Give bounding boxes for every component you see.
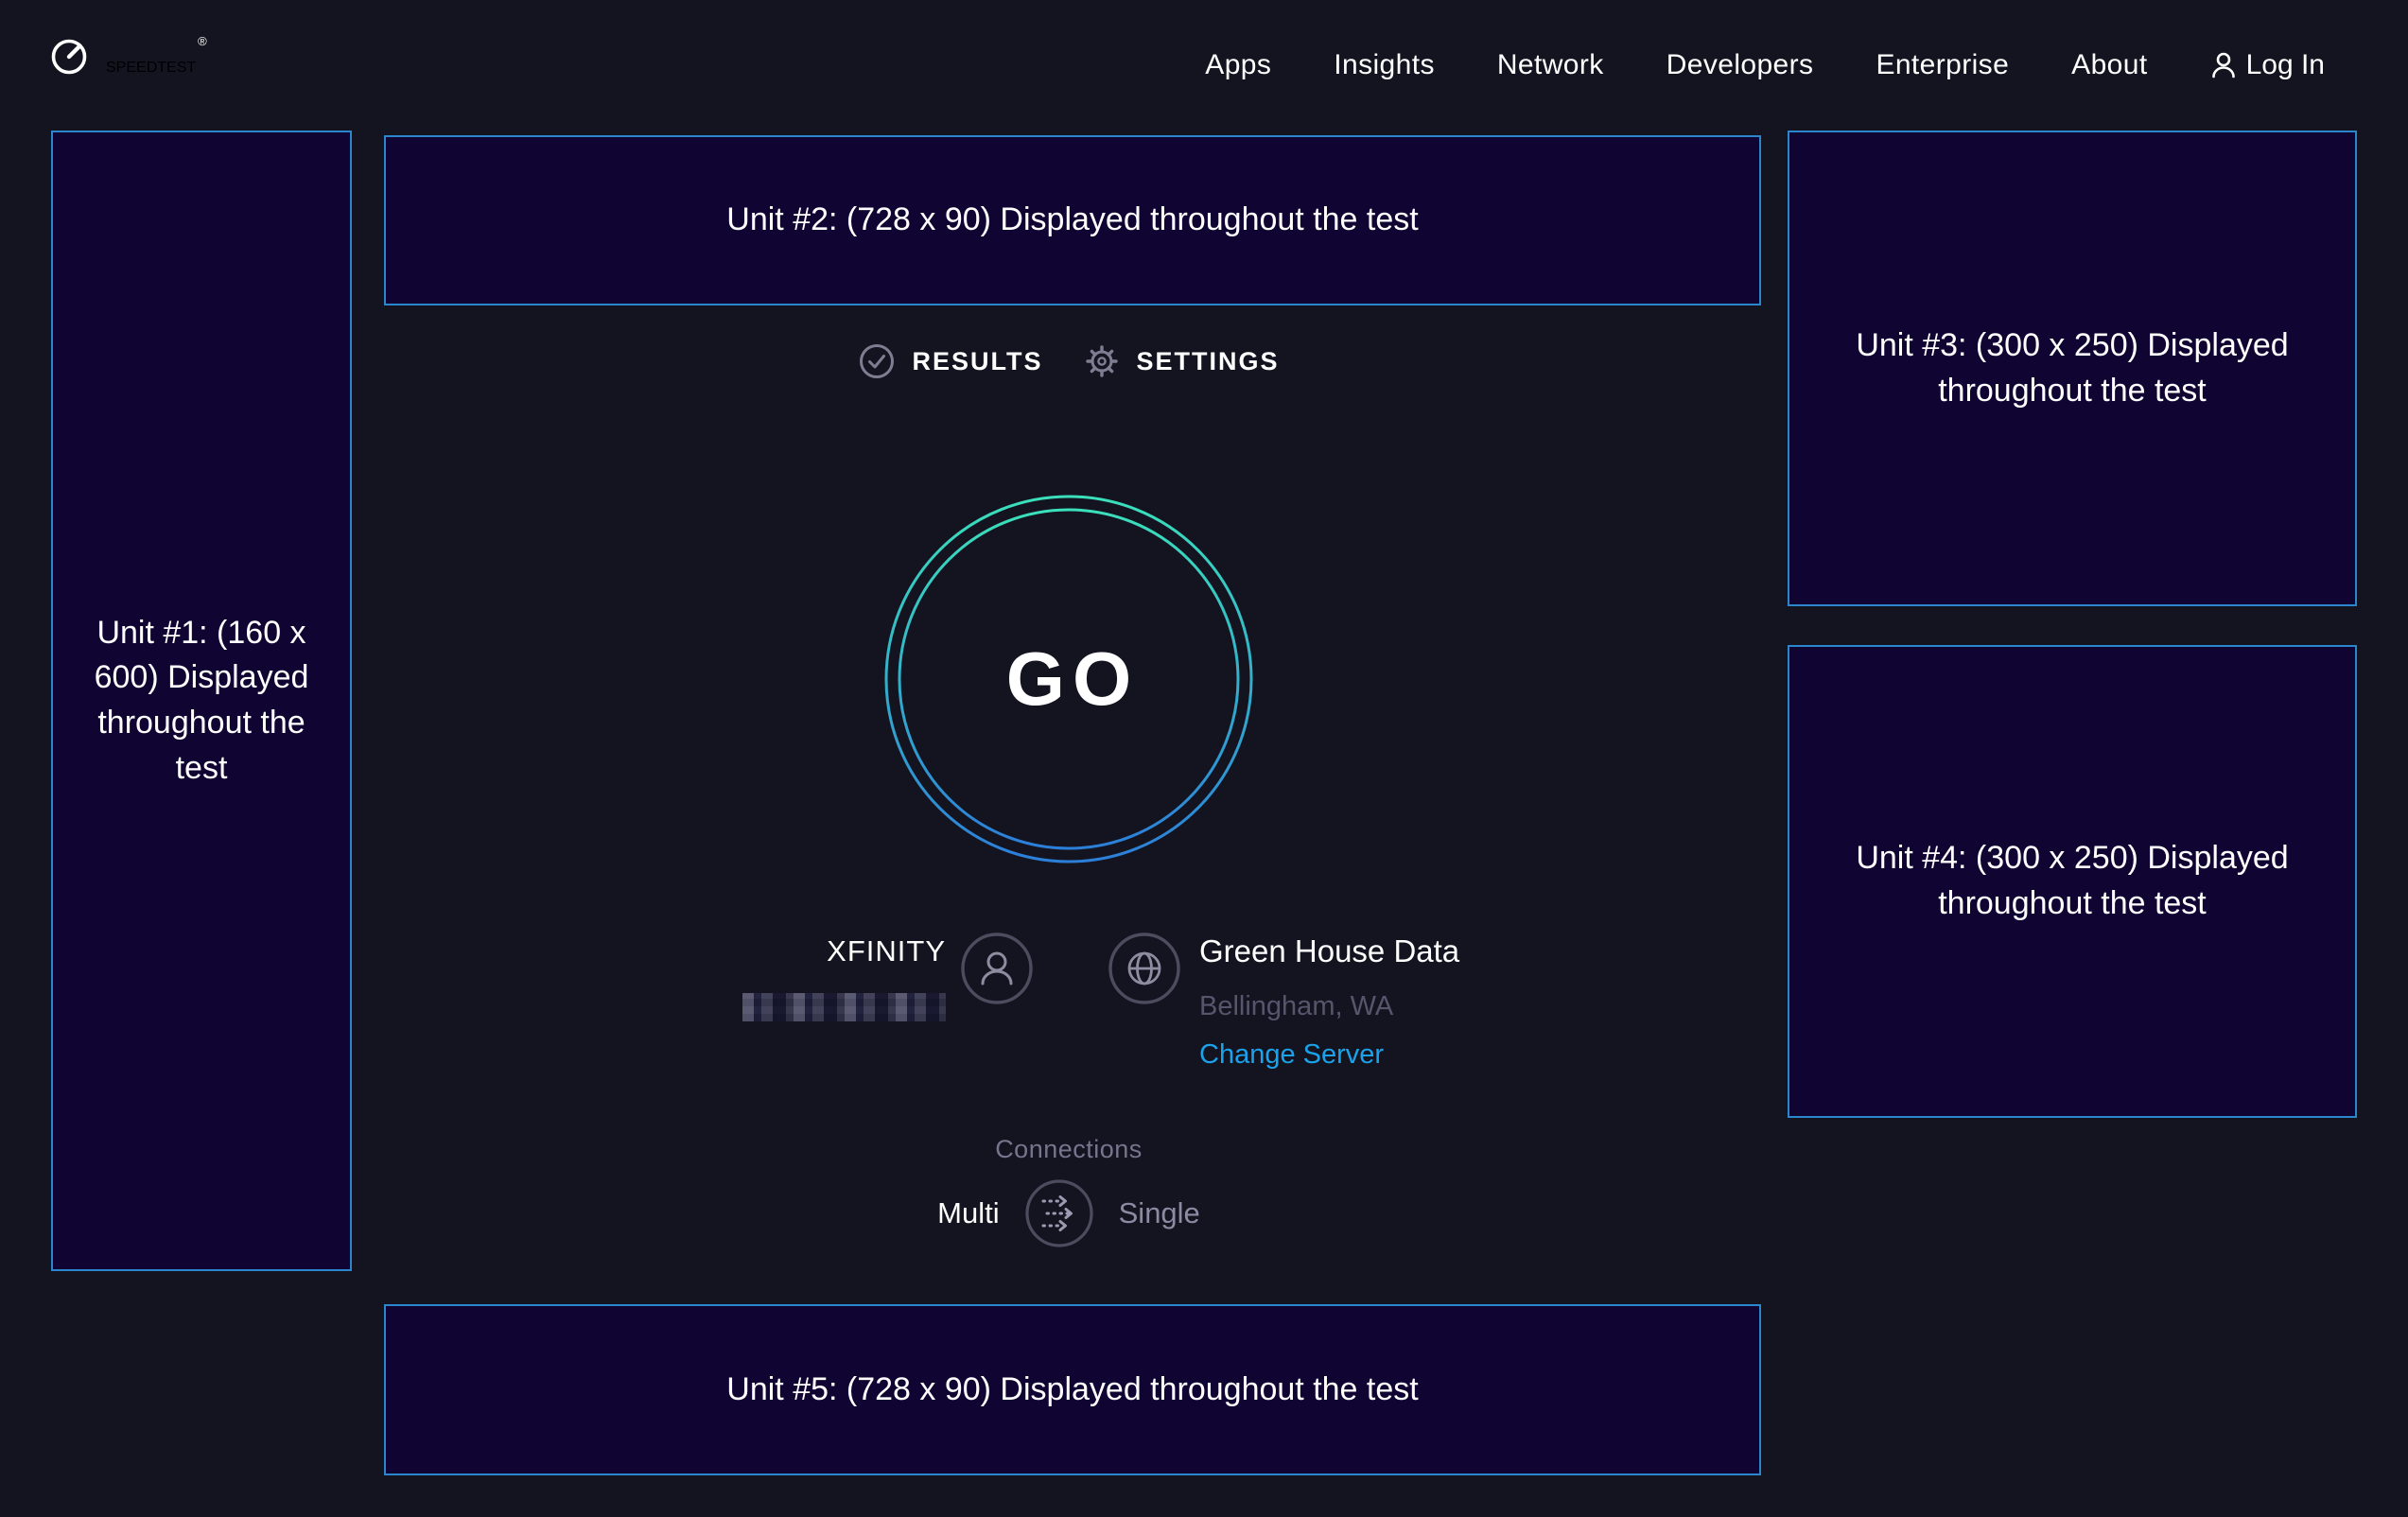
connections-multi-option[interactable]: Multi	[937, 1196, 999, 1230]
ad-unit-2-leaderboard[interactable]: Unit #2: (728 x 90) Displayed throughout…	[384, 135, 1761, 305]
tab-results[interactable]: RESULTS	[858, 342, 1042, 380]
tab-results-label: RESULTS	[912, 347, 1042, 376]
isp-user-icon	[960, 932, 1034, 1010]
go-button[interactable]: GO	[882, 493, 1255, 865]
server-globe-icon	[1108, 932, 1181, 1010]
nav-item-apps[interactable]: Apps	[1205, 49, 1271, 81]
tab-settings-label: SETTINGS	[1137, 347, 1280, 376]
server-name: Green House Data	[1199, 933, 1459, 970]
server-location: Bellingham, WA	[1199, 989, 1459, 1023]
nav-item-developers[interactable]: Developers	[1666, 49, 1814, 81]
connections-label: Connections	[0, 1135, 2138, 1164]
ad-unit-4-label: Unit #4: (300 x 250) Displayed throughou…	[1850, 836, 2295, 926]
ad-unit-1-label: Unit #1: (160 x 600) Displayed throughou…	[82, 611, 321, 791]
speedtest-gauge-icon	[49, 36, 89, 76]
change-server-link[interactable]: Change Server	[1199, 1038, 1459, 1071]
main-nav: Apps Insights Network Developers Enterpr…	[1205, 0, 2325, 130]
isp-name: XFINITY	[662, 932, 946, 971]
login-button[interactable]: Log In	[2210, 49, 2325, 81]
server-info: Green House Data Bellingham, WA Change S…	[1199, 933, 1459, 1071]
nav-item-enterprise[interactable]: Enterprise	[1876, 49, 2009, 81]
logo-trademark: ®	[198, 34, 207, 48]
header: SPEEDTEST® Apps Insights Network Develop…	[0, 0, 2408, 130]
speedtest-logo[interactable]: SPEEDTEST®	[49, 34, 207, 77]
result-settings-tabs: RESULTS SETTINGS	[0, 342, 2138, 380]
ad-unit-1-skyscraper[interactable]: Unit #1: (160 x 600) Displayed throughou…	[51, 131, 352, 1271]
check-circle-icon	[858, 342, 896, 380]
go-button-label: GO	[882, 493, 1255, 865]
ad-unit-5-leaderboard[interactable]: Unit #5: (728 x 90) Displayed throughout…	[384, 1304, 1761, 1475]
ad-unit-5-label: Unit #5: (728 x 90) Displayed throughout…	[726, 1368, 1418, 1413]
logo-text: SPEEDTEST®	[106, 34, 207, 77]
ad-unit-2-label: Unit #2: (728 x 90) Displayed throughout…	[726, 198, 1418, 243]
nav-item-network[interactable]: Network	[1497, 49, 1604, 81]
nav-item-insights[interactable]: Insights	[1334, 49, 1435, 81]
isp-info: XFINITY	[662, 932, 946, 1021]
login-label: Log In	[2246, 49, 2325, 81]
ad-unit-4-rectangle[interactable]: Unit #4: (300 x 250) Displayed throughou…	[1788, 645, 2357, 1118]
isp-ip-redacted	[742, 993, 946, 1021]
gear-icon	[1083, 342, 1121, 380]
connections-toggle-icon[interactable]	[1024, 1178, 1094, 1248]
connections-single-option[interactable]: Single	[1119, 1196, 1200, 1230]
nav-item-about[interactable]: About	[2071, 49, 2147, 81]
connections-toggle-row: Multi Single	[0, 1178, 2138, 1248]
tab-settings[interactable]: SETTINGS	[1083, 342, 1280, 380]
login-user-icon	[2210, 50, 2237, 80]
